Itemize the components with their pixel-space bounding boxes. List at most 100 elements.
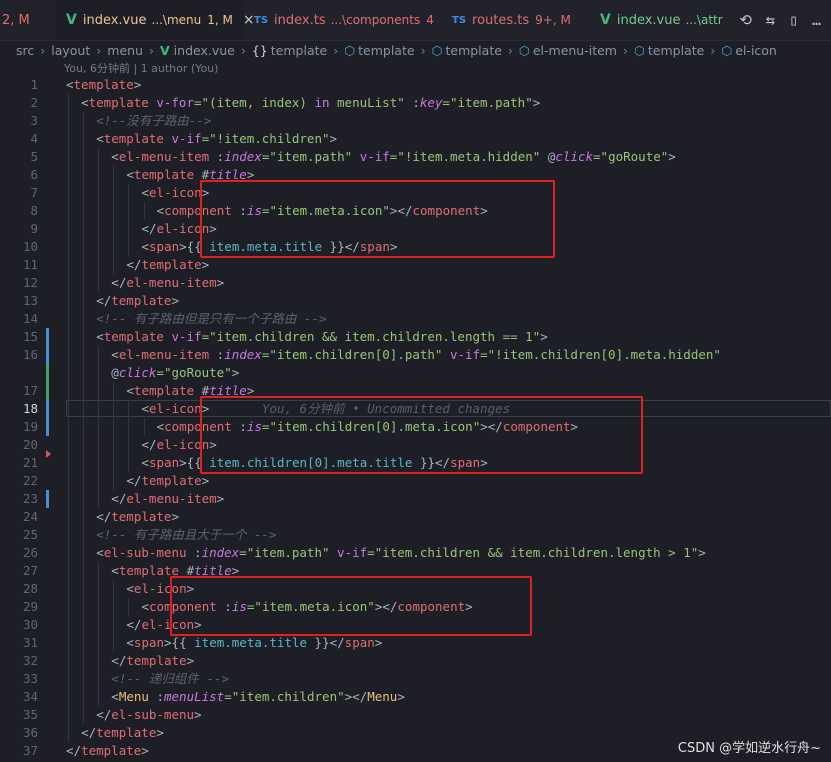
code-line: 13 </template>: [0, 292, 831, 310]
breadcrumb-item[interactable]: el-menu-item: [533, 43, 617, 58]
indent-guide: [83, 292, 85, 310]
token: </: [111, 653, 127, 668]
breadcrumb-item[interactable]: template: [358, 43, 414, 58]
token: ="item.path": [239, 545, 338, 560]
breadcrumb-item[interactable]: template: [648, 43, 704, 58]
braces-icon: {}: [251, 43, 268, 58]
compare-changes-icon[interactable]: ⇆: [766, 11, 775, 29]
indent-guide: [68, 724, 69, 742]
token: index: [201, 545, 240, 560]
editor-tab[interactable]: Vindex.vue...\attrU: [590, 0, 740, 40]
code-line: 22 </template>: [0, 472, 831, 490]
indent-guide: [113, 418, 115, 436]
token: index: [224, 347, 262, 362]
token: template: [133, 383, 202, 398]
indent-guide: [83, 256, 85, 274]
indent-guide: [98, 346, 100, 364]
breadcrumb-item[interactable]: menu: [107, 43, 143, 58]
token: >: [668, 149, 676, 164]
tab-filename: routes.ts: [472, 12, 530, 28]
indent-guide: [98, 670, 100, 688]
editor-tab[interactable]: 2, M: [0, 0, 56, 40]
indent-guide: [83, 328, 85, 346]
indent-guide: [113, 202, 115, 220]
indent-guide: [68, 310, 69, 328]
token: >: [397, 689, 405, 704]
code-text: <template v-if="item.children && item.ch…: [96, 328, 548, 346]
tab-status: 4: [426, 13, 434, 27]
token: >: [201, 257, 210, 272]
breadcrumb-item[interactable]: template: [445, 43, 501, 58]
line-number: 25: [22, 527, 38, 542]
token: el-menu-item: [118, 149, 217, 164]
editor-tab[interactable]: Vindex.vue ...\menu 1, M ×: [56, 0, 255, 40]
token: <: [111, 347, 119, 362]
line-number: 16: [22, 347, 38, 362]
indent-guide: [68, 130, 69, 148]
typescript-file-icon: TS: [452, 14, 467, 26]
token: ): [299, 95, 315, 110]
indent-guide: [68, 706, 69, 724]
token: v-if: [359, 149, 390, 164]
indent-guide: [68, 274, 69, 292]
code-line: 32 </template>: [0, 652, 831, 670]
editor-actions: ⟲ ⇆ ▯ …: [729, 0, 831, 40]
token: template: [126, 653, 187, 668]
line-number: 15: [22, 329, 38, 344]
breadcrumb-item[interactable]: index.vue: [174, 43, 235, 58]
indent-guide: [98, 202, 100, 220]
indent-guide: [68, 670, 69, 688]
indent-guide: [98, 436, 100, 454]
git-gutter-marker: [46, 490, 49, 508]
indent-guide: [98, 562, 100, 580]
indent-guide: [113, 184, 115, 202]
line-number: 12: [22, 275, 38, 290]
indent-guide: [68, 616, 69, 634]
codelens-blame[interactable]: You, 6分钟前 | 1 author (You): [64, 61, 218, 77]
token: ="(: [194, 95, 217, 110]
code-line: 4 <template v-if="!item.children">: [0, 130, 831, 148]
breadcrumb-item[interactable]: template: [271, 43, 327, 58]
highlight-box: [170, 576, 532, 636]
chevron-right-icon: ›: [507, 43, 513, 58]
typescript-file-icon: TS: [254, 14, 269, 26]
breadcrumb-item[interactable]: layout: [51, 43, 90, 58]
line-number: 18: [22, 401, 38, 416]
indent-guide: [68, 400, 69, 418]
token: <: [126, 581, 134, 596]
indent-guide: [98, 688, 100, 706]
token: <: [141, 239, 150, 254]
token: <!-- 有子路由但是只有一个子路由 -->: [96, 311, 327, 326]
chevron-right-icon: ›: [333, 43, 339, 58]
token: <: [141, 599, 150, 614]
breadcrumb-item[interactable]: el-icon: [735, 43, 777, 58]
token: <: [96, 545, 104, 560]
chevron-right-icon: ›: [710, 43, 716, 58]
token: >: [201, 473, 210, 488]
element-icon: ⬡: [633, 43, 645, 58]
code-line: 15 <template v-if="item.children && item.…: [0, 328, 831, 346]
token: v-if: [450, 347, 481, 362]
token: </: [126, 617, 142, 632]
token: span: [344, 635, 375, 650]
indent-guide: [83, 526, 85, 544]
code-line: 12 </el-menu-item>: [0, 274, 831, 292]
timeline-icon[interactable]: ⟲: [739, 11, 752, 29]
token: @: [111, 365, 119, 380]
token: <: [111, 563, 119, 578]
editor-tab[interactable]: TS routes.ts 9+, M: [442, 0, 590, 40]
breadcrumb-item[interactable]: src: [16, 43, 34, 58]
editor-tab[interactable]: TS index.ts ...\components 4: [244, 0, 442, 40]
split-editor-icon[interactable]: ▯: [789, 11, 798, 29]
more-actions-icon[interactable]: …: [812, 11, 821, 29]
code-text: <el-menu-item :index="item.children[0].p…: [111, 346, 721, 364]
code-text: <!--没有子路由-->: [96, 112, 211, 130]
line-number: 9: [30, 221, 38, 236]
token: >: [540, 329, 548, 344]
token: menuList: [337, 95, 398, 110]
code-line: 24 </template>: [0, 508, 831, 526]
line-number: 27: [22, 563, 38, 578]
indent-guide: [83, 274, 85, 292]
indent-guide: [83, 346, 85, 364]
tab-filename: 2, M: [2, 12, 30, 28]
